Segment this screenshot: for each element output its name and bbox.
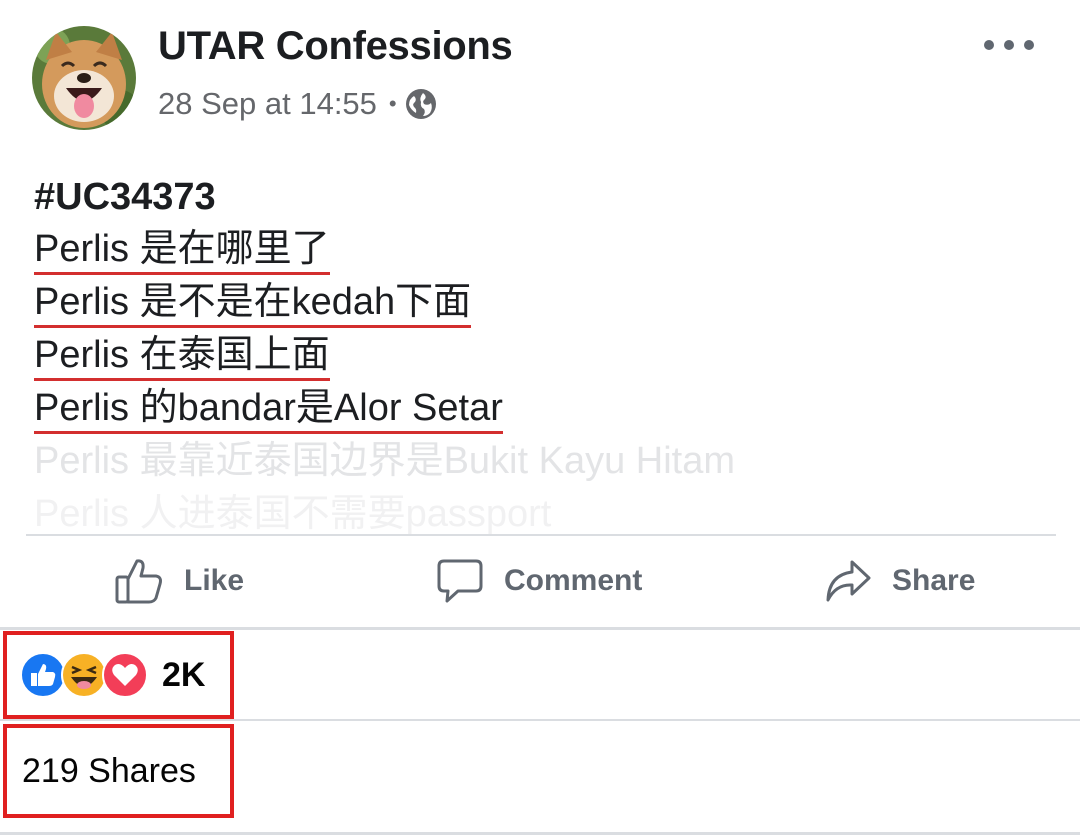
- post-meta: 28 Sep at 14:55 •: [158, 84, 437, 124]
- shares-count: 219 Shares: [22, 751, 196, 790]
- comment-icon: [437, 559, 483, 603]
- more-dot: [1024, 40, 1034, 50]
- comment-label: Comment: [504, 564, 643, 597]
- more-dot: [984, 40, 994, 50]
- separator: [0, 627, 1080, 630]
- post-body: #UC34373 Perlis 是在哪里了 Perlis 是不是在kedah下面…: [34, 170, 1044, 542]
- post-line-text: Perlis 是在哪里了: [34, 226, 330, 275]
- avatar[interactable]: [32, 26, 136, 130]
- shares-count-box[interactable]: 219 Shares: [3, 724, 234, 818]
- post-line: Perlis 的bandar是Alor Setar: [34, 383, 503, 436]
- post-line-text: Perlis 的bandar是Alor Setar: [34, 385, 503, 434]
- page-name[interactable]: UTAR Confessions: [158, 24, 513, 69]
- post-hashtag[interactable]: #UC34373: [34, 170, 1044, 224]
- like-reaction-icon: [20, 652, 66, 698]
- globe-icon[interactable]: [405, 88, 437, 120]
- post-line-text: Perlis 是不是在kedah下面: [34, 279, 472, 328]
- post-line-faded[interactable]: Perlis 最靠近泰国边界是Bukit Kayu Hitam: [34, 436, 735, 489]
- reactions-summary[interactable]: 2K: [3, 631, 234, 719]
- reactions-count: 2K: [162, 655, 206, 694]
- reaction-icons: [20, 652, 148, 698]
- meta-separator: •: [388, 91, 397, 116]
- share-label: Share: [892, 564, 976, 597]
- love-reaction-icon: [102, 652, 148, 698]
- post-line: Perlis 是在哪里了: [34, 224, 330, 277]
- facebook-post: UTAR Confessions 28 Sep at 14:55 • #UC34…: [0, 0, 1080, 837]
- share-button[interactable]: Share: [824, 536, 975, 626]
- post-timestamp[interactable]: 28 Sep at 14:55: [158, 86, 377, 122]
- post-line: Perlis 在泰国上面: [34, 330, 330, 383]
- like-button[interactable]: Like: [114, 536, 244, 626]
- comment-button[interactable]: Comment: [436, 536, 642, 626]
- post-line-text: Perlis 在泰国上面: [34, 332, 330, 381]
- separator: [0, 832, 1080, 835]
- post-line: Perlis 是不是在kedah下面: [34, 277, 472, 330]
- separator: [0, 719, 1080, 721]
- more-options-button[interactable]: [984, 32, 1034, 58]
- dog-avatar-image: [32, 26, 136, 130]
- share-arrow-icon: [826, 560, 871, 602]
- thumbs-up-icon: [115, 559, 162, 604]
- haha-reaction-icon: [61, 652, 107, 698]
- action-bar: Like Comment Share: [0, 536, 1080, 626]
- more-dot: [1004, 40, 1014, 50]
- like-label: Like: [184, 564, 245, 597]
